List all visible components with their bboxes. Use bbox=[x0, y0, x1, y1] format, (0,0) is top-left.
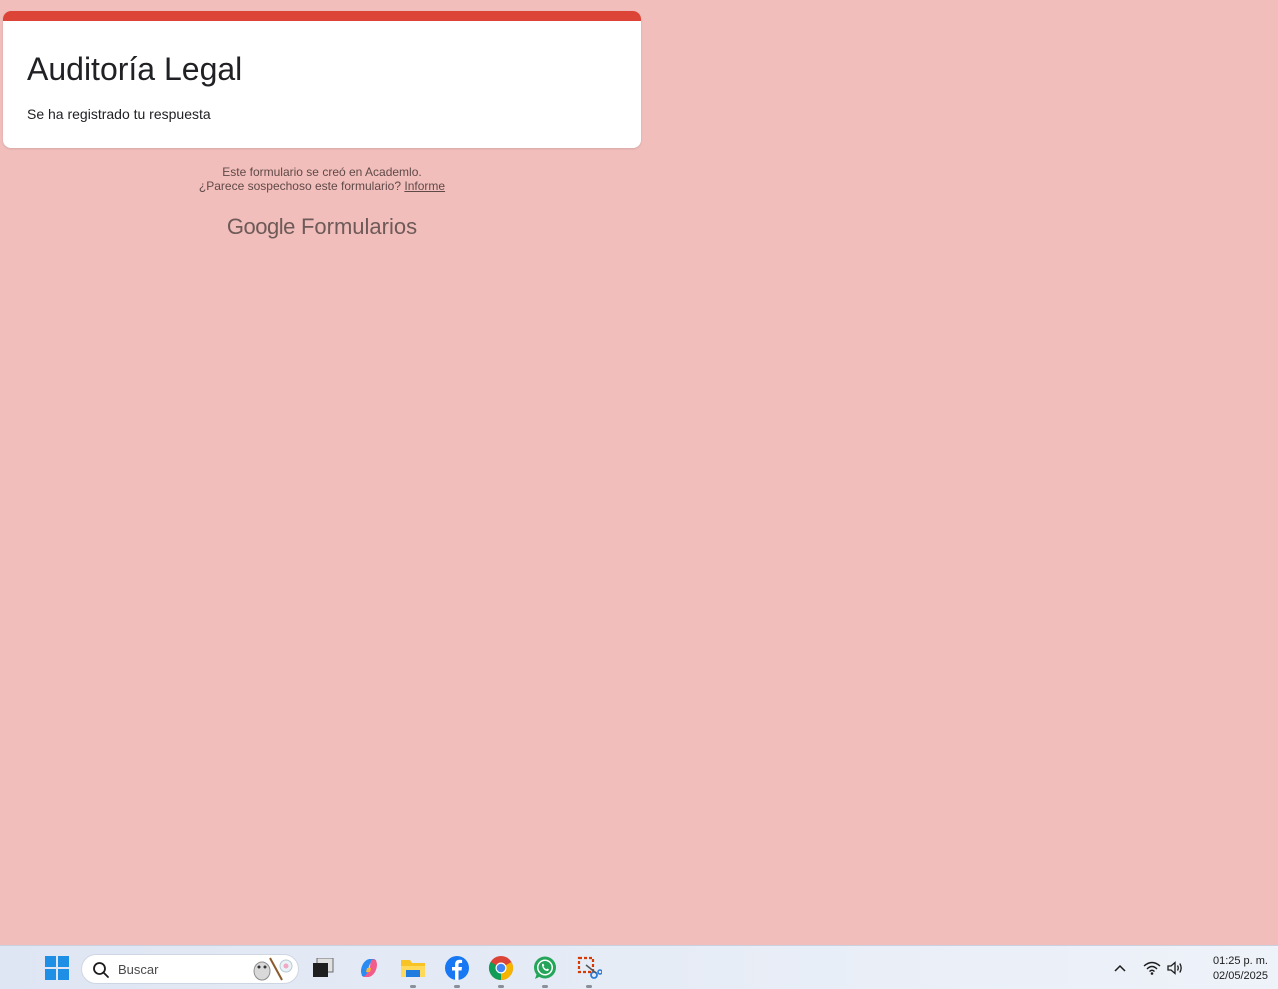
folder-icon bbox=[401, 960, 425, 977]
speaker-icon bbox=[1167, 961, 1182, 975]
task-view-button[interactable] bbox=[307, 952, 339, 984]
chrome-icon bbox=[488, 956, 514, 980]
form-title: Auditoría Legal bbox=[27, 51, 243, 87]
card-accent-bar bbox=[3, 11, 641, 21]
brand-google: Google bbox=[226, 214, 295, 239]
taskbar-search[interactable]: Buscar bbox=[81, 954, 299, 984]
search-icon bbox=[93, 962, 109, 978]
copilot-button[interactable] bbox=[353, 952, 385, 984]
whatsapp-icon bbox=[534, 956, 556, 979]
search-placeholder: Buscar bbox=[118, 962, 159, 977]
running-indicator bbox=[586, 985, 592, 988]
report-line: ¿Parece sospechoso este formulario? Info… bbox=[3, 179, 641, 193]
clock-time: 01:25 p. m. bbox=[1212, 955, 1268, 967]
wifi-icon bbox=[1143, 961, 1161, 975]
start-button[interactable] bbox=[41, 952, 73, 984]
volume-button[interactable] bbox=[1164, 946, 1188, 989]
search-highlight-icon bbox=[253, 957, 293, 981]
running-indicator bbox=[454, 985, 460, 988]
form-card: Auditoría Legal Se ha registrado tu resp… bbox=[3, 11, 641, 148]
running-indicator bbox=[542, 985, 548, 988]
suspicious-text: ¿Parece sospechoso este formulario? bbox=[198, 179, 402, 193]
windows-logo-icon bbox=[45, 956, 69, 980]
page: Auditoría Legal Se ha registrado tu resp… bbox=[0, 0, 1278, 989]
chrome-button[interactable] bbox=[485, 952, 517, 988]
form-footer: Este formulario se creó en Academlo. ¿Pa… bbox=[3, 165, 641, 193]
running-indicator bbox=[498, 985, 504, 988]
taskbar: Buscar 01:25 p. m. 02/05/2025 bbox=[0, 945, 1278, 989]
report-link[interactable]: Informe bbox=[404, 179, 445, 193]
chevron-up-icon bbox=[1114, 964, 1126, 972]
clock-date: 02/05/2025 bbox=[1212, 970, 1268, 982]
running-indicator bbox=[410, 985, 416, 988]
task-view-icon bbox=[313, 958, 334, 977]
brand-product: Formularios bbox=[300, 214, 418, 239]
facebook-button[interactable] bbox=[441, 952, 473, 988]
show-hidden-icons-button[interactable] bbox=[1110, 946, 1130, 989]
copilot-icon bbox=[361, 959, 377, 977]
confirmation-message: Se ha registrado tu respuesta bbox=[27, 106, 211, 122]
snipping-tool-button[interactable] bbox=[573, 952, 605, 988]
snipping-tool-icon bbox=[577, 956, 602, 979]
created-in-text: Este formulario se creó en Academlo. bbox=[222, 165, 422, 179]
whatsapp-button[interactable] bbox=[529, 952, 561, 988]
facebook-icon bbox=[445, 956, 469, 980]
file-explorer-button[interactable] bbox=[397, 952, 429, 988]
google-forms-logo[interactable]: Google Formularios bbox=[3, 212, 641, 242]
clock[interactable]: 01:25 p. m. 02/05/2025 bbox=[1196, 954, 1268, 984]
network-button[interactable] bbox=[1140, 946, 1164, 989]
